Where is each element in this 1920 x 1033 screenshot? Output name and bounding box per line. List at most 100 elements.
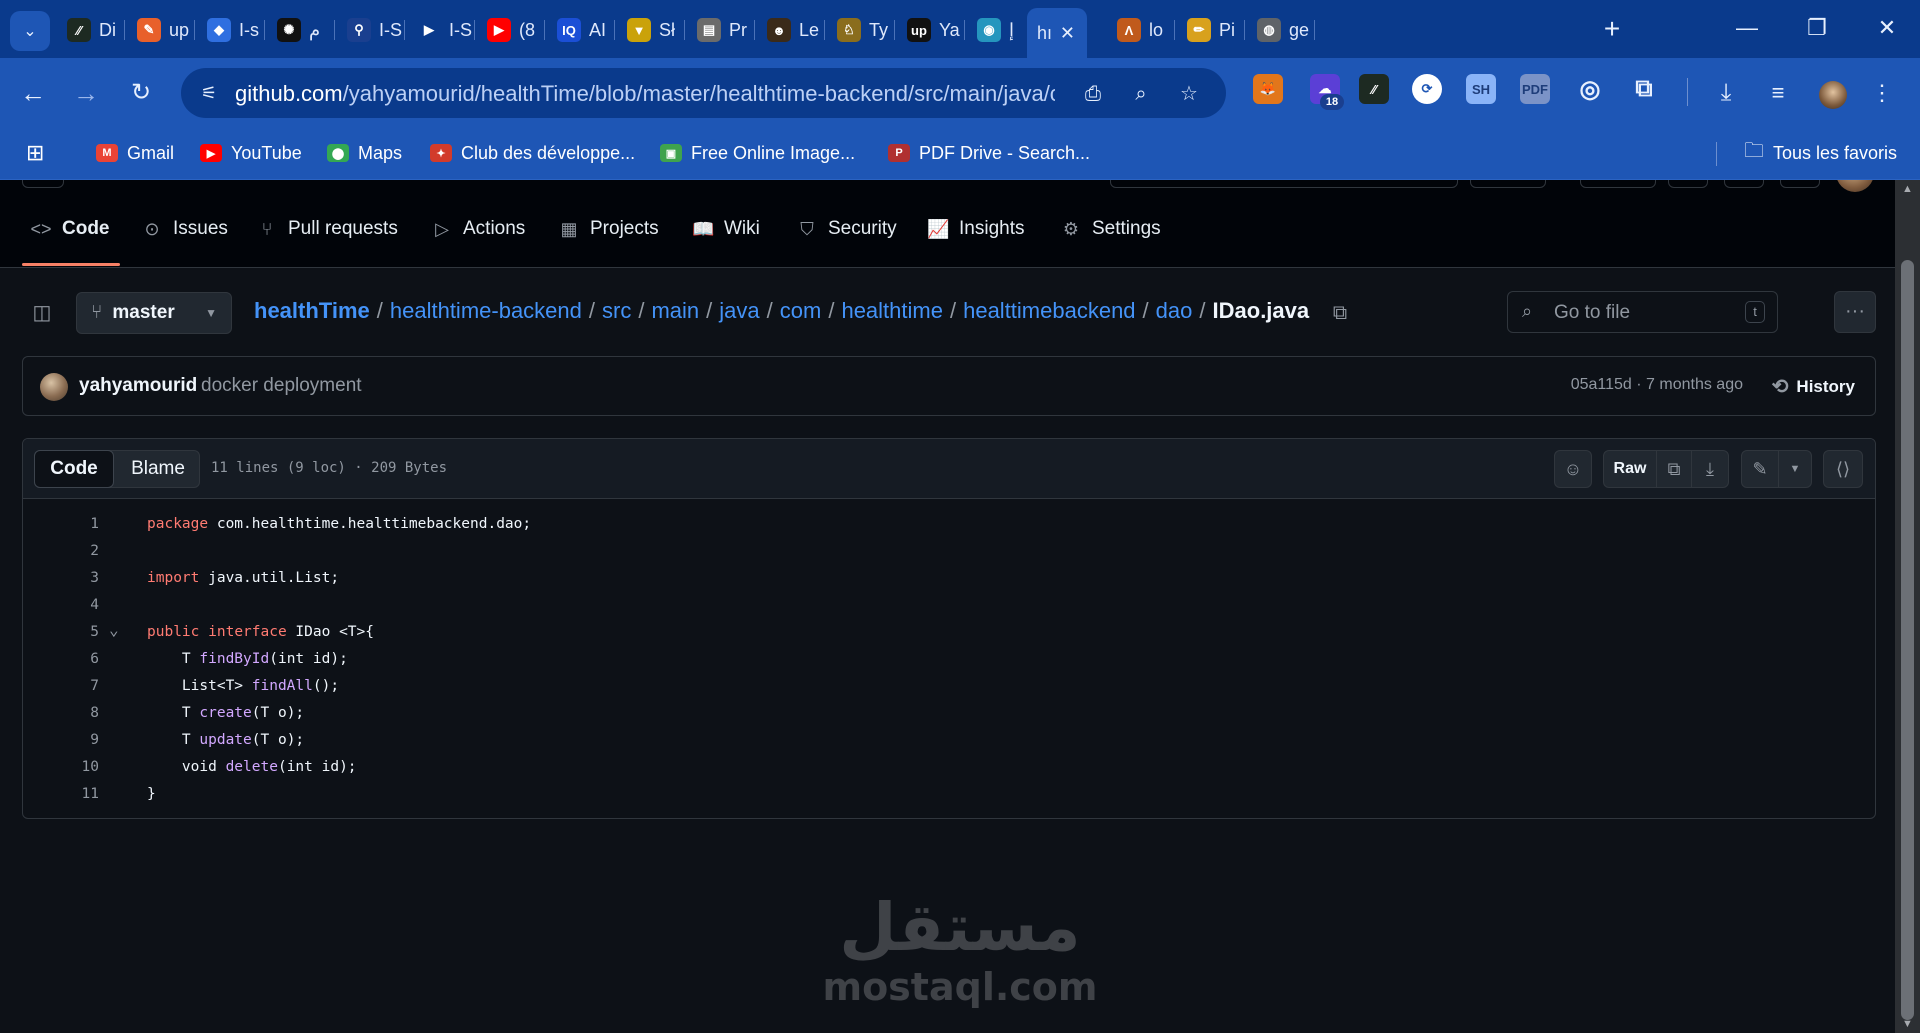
- tab-pull-requests[interactable]: ⑂ Pull requests: [256, 212, 398, 246]
- line-number[interactable]: 9: [63, 727, 99, 754]
- global-menu-button[interactable]: [22, 180, 64, 188]
- line-number[interactable]: 2: [63, 538, 99, 565]
- breadcrumb-segment[interactable]: src: [602, 298, 631, 324]
- branch-select-button[interactable]: ⑂ master ▼: [76, 292, 232, 334]
- all-bookmarks-button[interactable]: 🗀 Tous les favoris: [1744, 140, 1897, 166]
- tab-code[interactable]: <> Code: [30, 212, 109, 246]
- line-number[interactable]: 5: [63, 619, 99, 646]
- pdf-extension-icon[interactable]: PDF: [1520, 74, 1550, 104]
- tab-search-button[interactable]: ⌄: [10, 11, 50, 51]
- browser-menu-button[interactable]: ⋮: [1862, 73, 1902, 113]
- commit-meta[interactable]: 05a115d · 7 months ago: [1571, 376, 1743, 394]
- history-button[interactable]: ⟲ History: [1772, 374, 1855, 399]
- scrollbar-thumb[interactable]: [1901, 260, 1914, 1020]
- line-number[interactable]: 6: [63, 646, 99, 673]
- blame-view-tab[interactable]: Blame: [115, 451, 201, 487]
- install-app-icon[interactable]: ⎙: [1079, 80, 1107, 108]
- tab-insights[interactable]: 📈 Insights: [927, 212, 1024, 246]
- site-info-icon[interactable]: ⚟: [197, 81, 221, 105]
- bookmark-youtube[interactable]: ▶ YouTube: [200, 140, 302, 166]
- global-search-input[interactable]: [1110, 180, 1458, 188]
- new-tab-button[interactable]: +: [1595, 12, 1629, 46]
- breadcrumb-segment[interactable]: main: [651, 298, 699, 324]
- author-avatar[interactable]: [40, 373, 68, 401]
- file-tree-toggle-button[interactable]: ◫: [22, 297, 62, 329]
- page-scrollbar[interactable]: ▲ ▼: [1895, 180, 1920, 1033]
- tab-security[interactable]: ⛉ Security: [796, 212, 896, 246]
- downloads-button[interactable]: ⤓: [1706, 73, 1746, 113]
- edit-file-button[interactable]: ✎: [1741, 450, 1779, 488]
- apps-button[interactable]: ⊞: [26, 140, 44, 166]
- line-number[interactable]: 10: [63, 754, 99, 781]
- bookmark-maps[interactable]: ⬤ Maps: [327, 140, 402, 166]
- breadcrumb-segment[interactable]: healthtime-backend: [390, 298, 582, 324]
- user-avatar[interactable]: [1836, 180, 1874, 192]
- breadcrumb-segment[interactable]: healttimebackend: [963, 298, 1135, 324]
- close-tab-icon[interactable]: ✕: [1060, 23, 1075, 44]
- bookmark-pdf-drive[interactable]: P PDF Drive - Search...: [888, 140, 1090, 166]
- copilot-button[interactable]: ☺: [1554, 450, 1592, 488]
- copy-path-button[interactable]: ⧉: [1327, 300, 1353, 326]
- line-number[interactable]: 7: [63, 673, 99, 700]
- media-controls-button[interactable]: ≡: [1758, 73, 1798, 113]
- close-window-button[interactable]: ✕: [1860, 8, 1914, 48]
- sh-extension-icon[interactable]: SH: [1466, 74, 1496, 104]
- bookmark-gmail[interactable]: M Gmail: [96, 140, 174, 166]
- create-new-button[interactable]: [1470, 180, 1546, 188]
- inbox-button[interactable]: [1780, 180, 1820, 188]
- target-extension-icon[interactable]: ◎: [1575, 74, 1605, 104]
- symbols-panel-button[interactable]: ⟨⟩: [1823, 450, 1863, 488]
- tab-actions[interactable]: ▷ Actions: [431, 212, 525, 246]
- fold-chevron-icon[interactable]: ⌄: [109, 619, 119, 641]
- bookmark-dev-club[interactable]: ✦ Club des développe...: [430, 140, 635, 166]
- issues-global-button[interactable]: [1580, 180, 1656, 188]
- slash-extension-icon[interactable]: ⁄⁄: [1359, 74, 1389, 104]
- pull-requests-global-button[interactable]: [1668, 180, 1708, 188]
- browser-toolbar: ← → ↻ ⚟ github.com/yahyamourid/healthTim…: [0, 58, 1920, 128]
- code-content[interactable]: 1 package com.healthtime.healttimebackend…: [23, 499, 1875, 808]
- breadcrumb-segment[interactable]: java: [719, 298, 759, 324]
- tab-projects[interactable]: ▦ Projects: [558, 212, 658, 246]
- bookmark-image[interactable]: ▣ Free Online Image...: [660, 140, 855, 166]
- line-number[interactable]: 1: [63, 511, 99, 538]
- zoom-icon[interactable]: ⌕: [1127, 80, 1155, 108]
- breadcrumb-repo[interactable]: healthTime: [254, 298, 370, 324]
- code-view-tab[interactable]: Code: [34, 450, 114, 488]
- bookmark-star-icon[interactable]: ☆: [1175, 80, 1203, 108]
- minimize-button[interactable]: —: [1720, 8, 1774, 48]
- profile-button[interactable]: [1813, 73, 1853, 113]
- back-button[interactable]: ←: [13, 73, 53, 113]
- address-bar[interactable]: ⚟ github.com/yahyamourid/healthTime/blob…: [181, 68, 1226, 118]
- line-number[interactable]: 8: [63, 700, 99, 727]
- forward-button[interactable]: →: [66, 73, 106, 113]
- line-number[interactable]: 4: [63, 592, 99, 619]
- tab-settings[interactable]: ⚙ Settings: [1060, 212, 1161, 246]
- commit-message[interactable]: docker deployment: [201, 375, 362, 397]
- tab-issues[interactable]: ⊙ Issues: [141, 212, 227, 246]
- scroll-down-arrow[interactable]: ▼: [1895, 1015, 1920, 1033]
- metamask-icon[interactable]: 🦊: [1253, 74, 1283, 104]
- dev-club-icon: ✦: [430, 144, 452, 162]
- raw-button[interactable]: Raw: [1603, 450, 1657, 488]
- download-raw-button[interactable]: ⤓: [1691, 450, 1729, 488]
- reload-button[interactable]: ↻: [121, 73, 161, 113]
- commit-author[interactable]: yahyamourid: [79, 375, 197, 397]
- line-number[interactable]: 11: [63, 781, 99, 808]
- browser-tab[interactable]: ◍ ge: [1247, 11, 1329, 49]
- tab-wiki[interactable]: 📖 Wiki: [692, 212, 760, 246]
- breadcrumb-segment[interactable]: com: [780, 298, 822, 324]
- breadcrumb-segment[interactable]: dao: [1156, 298, 1193, 324]
- scroll-up-arrow[interactable]: ▲: [1895, 180, 1920, 198]
- more-options-button[interactable]: ···: [1834, 291, 1876, 333]
- url-text[interactable]: github.com/yahyamourid/healthTime/blob/m…: [235, 81, 1055, 107]
- breadcrumb-segment[interactable]: healthtime: [841, 298, 943, 324]
- puzzle-extensions-icon[interactable]: ⧉: [1629, 74, 1659, 104]
- notifications-button[interactable]: [1724, 180, 1764, 188]
- go-to-file-input[interactable]: ⌕ Go to file t: [1507, 291, 1778, 333]
- edit-options-button[interactable]: ▼: [1778, 450, 1812, 488]
- line-number[interactable]: 3: [63, 565, 99, 592]
- copy-raw-button[interactable]: ⧉: [1656, 450, 1692, 488]
- active-tab[interactable]: hı ✕: [1027, 8, 1087, 58]
- sync-extension-icon[interactable]: ⟳: [1412, 74, 1442, 104]
- restore-button[interactable]: ❐: [1790, 8, 1844, 48]
